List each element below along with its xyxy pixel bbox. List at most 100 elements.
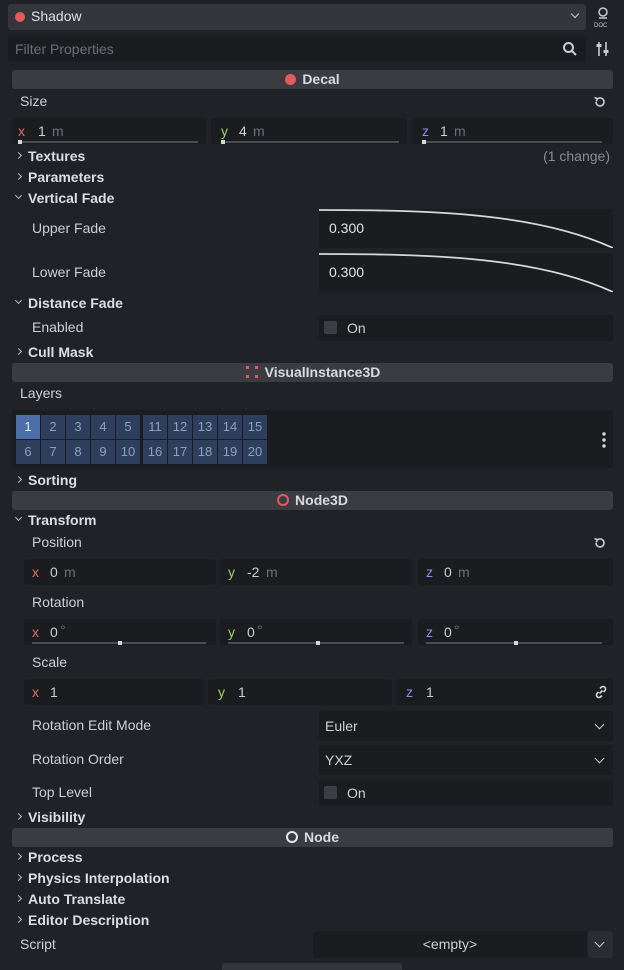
scale-y-field[interactable]: y 1 [208,679,392,705]
rotation-edit-mode-select[interactable]: Euler [319,711,613,741]
layer-cell[interactable]: 13 [193,415,217,439]
enabled-checkbox[interactable]: On [319,315,613,341]
layer-cell[interactable]: 12 [168,415,192,439]
group-editor-description[interactable]: Editor Description [14,912,314,930]
rotation-y-field[interactable]: y 0 ° [220,619,412,645]
size-x-value: 1 [38,123,46,139]
section-visual-instance[interactable]: VisualInstance3D [12,363,613,382]
node3d-icon [277,494,290,506]
rotation-x-field[interactable]: x 0 ° [24,619,216,645]
layers-grid[interactable]: 1 2 3 4 5 11 12 13 14 15 6 7 8 9 10 16 1… [12,410,613,468]
section-node3d[interactable]: Node3D [12,491,613,510]
rotation-x-slider-knob[interactable] [118,641,122,645]
position-x-value: 0 [50,564,58,580]
section-node-label: Node [304,829,339,845]
script-label: Script [20,936,56,952]
inspector-settings-button[interactable] [595,40,613,58]
textures-change-count: (1 change) [543,148,610,164]
layer-cell[interactable]: 6 [16,440,40,464]
script-dropdown-button[interactable] [588,931,613,958]
layer-cell[interactable]: 1 [16,415,40,439]
size-x-unit: m [52,123,64,139]
group-cull-mask[interactable]: Cull Mask [14,344,314,362]
size-y-slider[interactable] [221,141,399,143]
filter-properties-input[interactable]: Filter Properties [8,36,586,62]
section-node[interactable]: Node [12,828,613,847]
position-y-field[interactable]: y -2 m [220,559,412,585]
script-resource-field[interactable]: <empty> [313,931,587,958]
group-physics-interpolation[interactable]: Physics Interpolation [14,870,314,888]
section-node3d-label: Node3D [295,492,348,508]
size-z-value: 1 [440,123,448,139]
size-x-slider-knob[interactable] [18,140,22,144]
revert-icon[interactable] [593,95,607,109]
group-parameters[interactable]: Parameters [14,169,314,187]
group-textures[interactable]: Textures (1 change) [14,148,614,166]
group-sorting[interactable]: Sorting [14,472,314,490]
rotation-z-slider-knob[interactable] [514,641,518,645]
layer-cell[interactable]: 2 [41,415,65,439]
rotation-edit-mode-label: Rotation Edit Mode [32,717,152,733]
layer-cell[interactable]: 7 [41,440,65,464]
group-transform[interactable]: Transform [14,512,314,530]
group-visibility[interactable]: Visibility [14,809,314,827]
enabled-value: On [347,320,366,336]
layer-cell[interactable]: 16 [143,440,167,464]
enabled-label: Enabled [32,319,84,335]
group-visibility-label: Visibility [28,809,86,825]
layer-cell[interactable]: 17 [168,440,192,464]
layer-cell[interactable]: 9 [91,440,115,464]
section-decal[interactable]: Decal [12,70,613,89]
size-z-field[interactable]: z 1 m [412,118,613,144]
layer-cell[interactable]: 20 [243,440,267,464]
layer-cell[interactable]: 8 [66,440,90,464]
axis-x-label: x [32,624,39,640]
layer-cell[interactable]: 3 [66,415,90,439]
size-x-slider[interactable] [18,141,198,143]
group-parameters-label: Parameters [28,169,105,185]
node-color-icon [15,12,25,22]
group-vertical-fade[interactable]: Vertical Fade [14,190,314,208]
group-cull-mask-label: Cull Mask [28,344,94,360]
more-vertical-icon[interactable] [601,431,607,449]
size-x-field[interactable]: x 1 m [12,118,206,144]
layers-label: Layers [20,385,63,401]
scale-z-field[interactable]: z 1 [396,679,613,705]
rotation-order-select[interactable]: YXZ [319,745,613,775]
rotation-y-slider-knob[interactable] [316,641,320,645]
layer-cell[interactable]: 4 [91,415,115,439]
group-process[interactable]: Process [14,849,314,867]
node-selector[interactable]: Shadow [8,4,586,30]
layer-cell[interactable]: 11 [143,415,167,439]
lower-fade-curve-field[interactable]: 0.300 [319,253,613,292]
scale-x-field[interactable]: x 1 [24,679,204,705]
size-y-slider-knob[interactable] [221,140,225,144]
top-level-checkbox[interactable]: On [319,780,613,806]
size-y-unit: m [253,123,265,139]
group-distance-fade[interactable]: Distance Fade [14,295,314,313]
position-x-field[interactable]: x 0 m [24,559,216,585]
chevron-right-icon [14,151,23,160]
position-z-field[interactable]: z 0 m [418,559,613,585]
layer-cell[interactable]: 19 [218,440,242,464]
section-decal-label: Decal [302,71,340,87]
group-auto-translate[interactable]: Auto Translate [14,891,314,909]
link-icon[interactable] [594,685,608,699]
size-y-field[interactable]: y 4 m [211,118,407,144]
size-z-slider[interactable] [422,141,602,143]
rotation-label: Rotation [32,594,85,610]
docs-button[interactable]: DOC [593,6,615,29]
position-label: Position [32,534,82,550]
rotation-z-field[interactable]: z 0 ° [418,619,613,645]
revert-icon[interactable] [593,536,607,550]
layer-cell[interactable]: 10 [116,440,140,464]
upper-fade-curve-field[interactable]: 0.300 [319,209,613,248]
layer-cell[interactable]: 14 [218,415,242,439]
layer-cell[interactable]: 15 [243,415,267,439]
size-z-slider-knob[interactable] [422,140,426,144]
add-metadata-button[interactable] [222,963,402,970]
rotation-edit-mode-value: Euler [325,718,358,734]
lower-fade-label: Lower Fade [32,264,106,280]
layer-cell[interactable]: 18 [193,440,217,464]
layer-cell[interactable]: 5 [116,415,140,439]
